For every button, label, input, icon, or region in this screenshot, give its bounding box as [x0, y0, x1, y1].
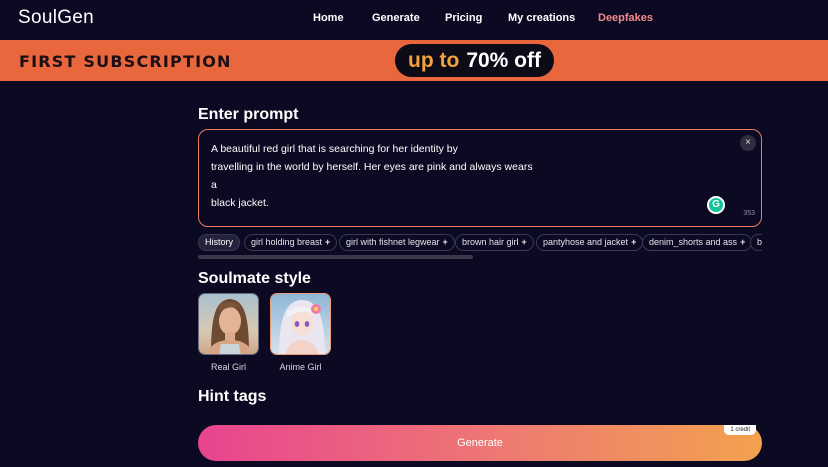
- prompt-tags: History girl holding breast + girl with f…: [198, 234, 762, 252]
- tag-label: pantyhose and jacket: [543, 237, 629, 247]
- promo-banner[interactable]: FIRST SUBSCRIPTION up to 70% off: [0, 40, 828, 81]
- nav-generate[interactable]: Generate: [372, 12, 420, 24]
- tag-label: girl with fishnet legwear: [346, 237, 440, 247]
- soulmate-style-title: Soulmate style: [198, 270, 311, 287]
- banner-text: FIRST SUBSCRIPTION: [19, 52, 232, 71]
- char-count: 353: [743, 210, 755, 217]
- prompt-line: A beautiful red girl that is searching f…: [211, 143, 458, 155]
- tag-chip[interactable]: girl holding breast +: [244, 234, 338, 251]
- prompt-line: black jacket.: [211, 197, 269, 209]
- add-icon: +: [631, 237, 637, 247]
- tag-label: girl holding breast: [251, 237, 323, 247]
- add-icon: +: [325, 237, 331, 247]
- history-tag[interactable]: History: [198, 234, 241, 251]
- main-menu: Home Generate Pricing My creations Deepf…: [0, 12, 828, 26]
- real-girl-image: [199, 294, 258, 354]
- prompt-text[interactable]: A beautiful red girl that is searching f…: [211, 140, 541, 212]
- generate-button[interactable]: Generate 1 credit: [198, 425, 762, 461]
- tag-chip[interactable]: b: [750, 234, 762, 251]
- add-icon: +: [740, 237, 746, 247]
- nav-home[interactable]: Home: [313, 12, 344, 24]
- nav-pricing[interactable]: Pricing: [445, 12, 482, 24]
- history-label: History: [205, 237, 234, 247]
- nav-my-creations[interactable]: My creations: [508, 12, 575, 24]
- prompt-title: Enter prompt: [198, 106, 299, 123]
- tag-chip[interactable]: girl with fishnet legwear +: [339, 234, 455, 251]
- tag-label: b: [757, 237, 762, 247]
- discount-value: 70% off: [466, 48, 541, 72]
- add-icon: +: [521, 237, 527, 247]
- prompt-line: travelling in the world by herself. Her …: [211, 161, 533, 191]
- add-icon: +: [442, 237, 448, 247]
- hint-tags-title: Hint tags: [198, 388, 267, 405]
- tag-chip[interactable]: pantyhose and jacket +: [536, 234, 644, 251]
- grammarly-icon[interactable]: G: [707, 196, 725, 214]
- credit-badge: 1 credit: [724, 425, 756, 435]
- tag-chip[interactable]: brown hair girl +: [455, 234, 534, 251]
- tags-scrollbar[interactable]: [198, 255, 473, 259]
- real-girl-option[interactable]: [198, 293, 259, 355]
- discount-pill: up to 70% off: [395, 44, 554, 77]
- clear-prompt-button[interactable]: ×: [740, 135, 756, 151]
- prompt-textarea[interactable]: A beautiful red girl that is searching f…: [198, 129, 762, 227]
- anime-girl-image: [271, 294, 330, 354]
- anime-girl-option[interactable]: [270, 293, 331, 355]
- tag-label: brown hair girl: [462, 237, 519, 247]
- nav-deepfakes[interactable]: Deepfakes: [598, 12, 653, 24]
- top-nav: SoulGen Home Generate Pricing My creatio…: [0, 0, 828, 38]
- tag-chip[interactable]: denim_shorts and ass +: [642, 234, 753, 251]
- tag-label: denim_shorts and ass: [649, 237, 738, 247]
- discount-prefix: up to: [408, 48, 460, 72]
- anime-girl-label: Anime Girl: [279, 362, 322, 372]
- real-girl-label: Real Girl: [210, 362, 246, 372]
- generate-label: Generate: [457, 437, 503, 449]
